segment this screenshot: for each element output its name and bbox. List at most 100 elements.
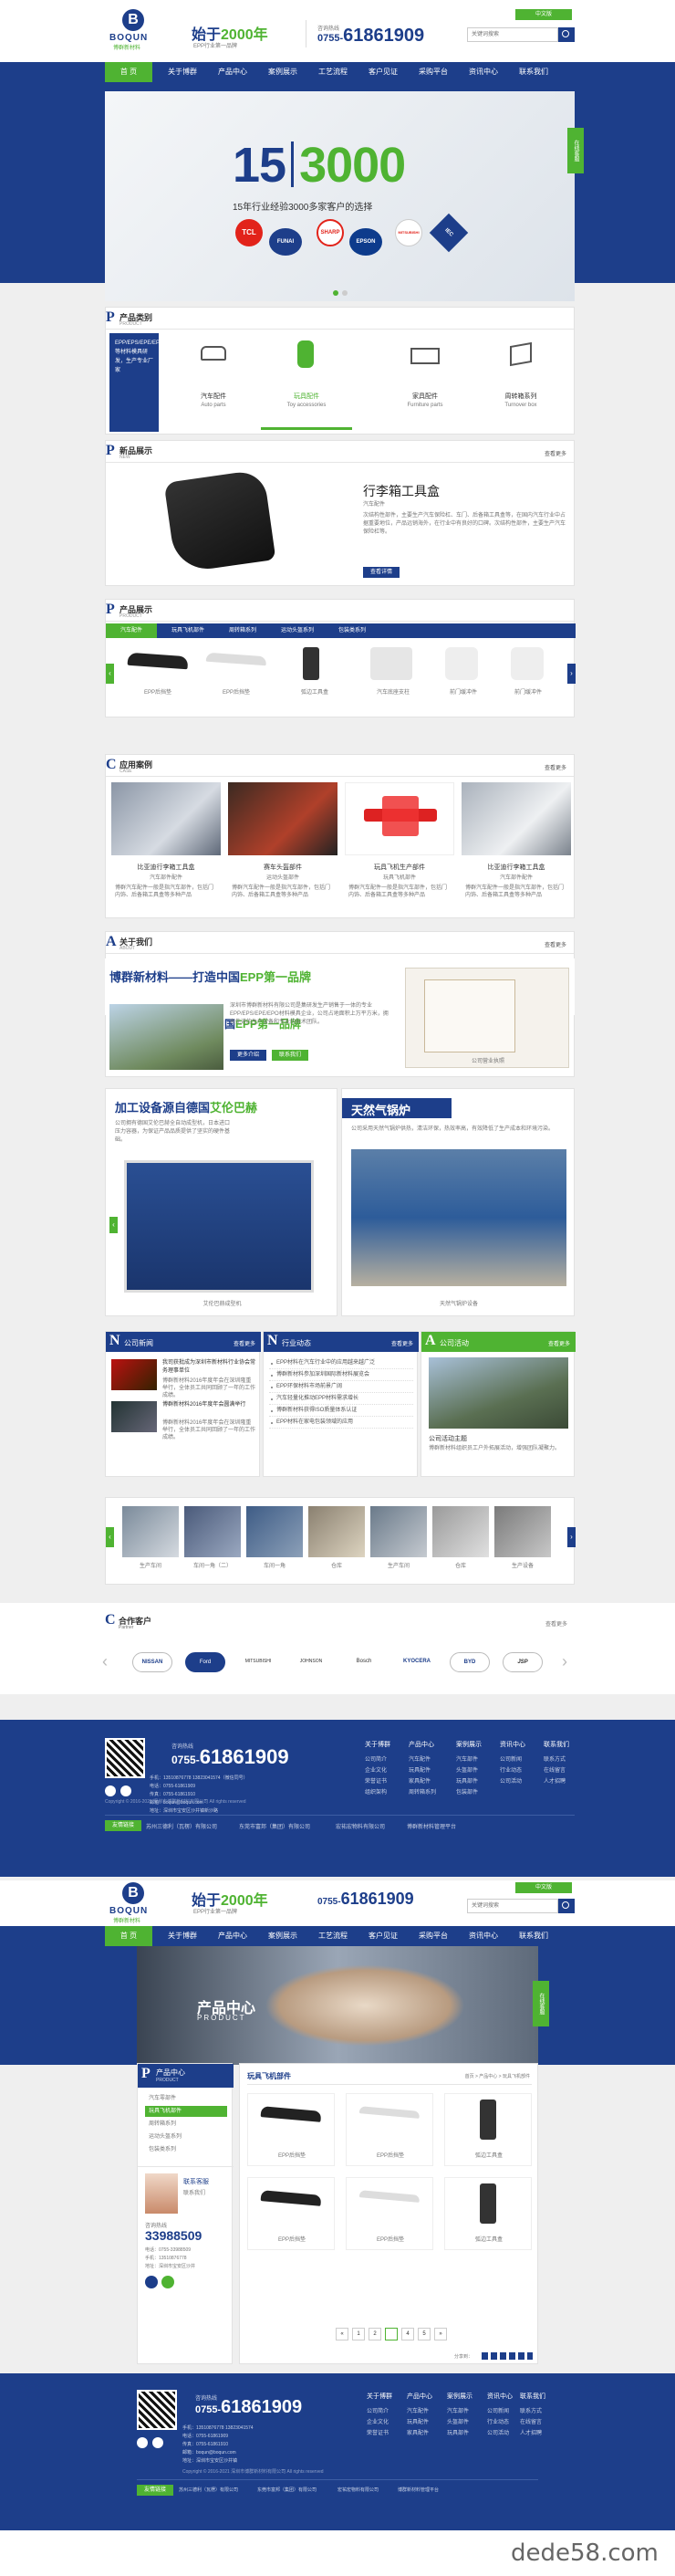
footer-link[interactable]: 玩具部件	[456, 1776, 482, 1787]
partner-logo[interactable]: KYOCERA	[397, 1652, 437, 1672]
page2-search-button[interactable]	[558, 1899, 575, 1913]
footer-link[interactable]: 汽车配件	[407, 2406, 432, 2417]
tab-package[interactable]: 包装类系列	[325, 623, 379, 638]
footer-link[interactable]: 周转箱系列	[409, 1787, 436, 1798]
news-item[interactable]: 博群新材料参加深圳国际新材料展览会	[269, 1369, 413, 1381]
pagination-page[interactable]: 5	[418, 2328, 431, 2340]
footer-link[interactable]: 汽车部件	[456, 1754, 482, 1765]
footer-friend-link[interactable]: 东莞市富邦（集团）有限公司	[257, 2487, 317, 2493]
partner-logo[interactable]: MITSUBISHI	[238, 1652, 278, 1672]
partner-logo[interactable]: JOHNSON	[291, 1652, 331, 1672]
product-item[interactable]: 汽车底座支柱	[358, 644, 429, 713]
partners-prev-arrow[interactable]: ‹	[102, 1652, 108, 1671]
partner-logo[interactable]: Ford	[185, 1652, 225, 1672]
gallery-item[interactable]: 车间一角	[246, 1506, 303, 1579]
news-item[interactable]: 我司获批成为深圳市新材料行业协会常务理事单位	[162, 1359, 255, 1376]
footer-link[interactable]: 头盔部件	[456, 1765, 482, 1776]
sidebar-item[interactable]: 汽车零部件	[145, 2093, 227, 2104]
gallery-prev-arrow[interactable]: ‹	[106, 1527, 114, 1547]
list-item[interactable]: 弧边工具盒	[444, 2177, 532, 2250]
footer-link[interactable]: 联系方式	[544, 1754, 569, 1765]
nav-item-products[interactable]: 产品中心	[205, 62, 260, 82]
case-item[interactable]: 比亚迪行李箱工具盒 汽车部件配件 博群汽车配件一般是指汽车部件，包括门内饰、后备…	[462, 782, 571, 916]
search-button[interactable]	[558, 27, 575, 42]
page2-online-service-tab[interactable]: 在线客服	[533, 1981, 549, 2026]
footer-col-title[interactable]: 案例展示	[447, 2392, 472, 2403]
nav-item-cases[interactable]: 案例展示	[255, 62, 310, 82]
footer-link[interactable]: 公司简介	[365, 1754, 390, 1765]
tab-box[interactable]: 周转箱系列	[215, 623, 270, 638]
product-item[interactable]: 前门缓冲件	[496, 644, 560, 713]
nav-item-news[interactable]: 资讯中心	[456, 1926, 511, 1946]
page2-lang-switch[interactable]: 中文版	[515, 1882, 572, 1893]
footer-wechat-icon[interactable]	[152, 2437, 163, 2448]
breadcrumb[interactable]: 首页 > 产品中心 > 玩具飞机部件	[465, 2073, 530, 2079]
footer-link[interactable]: 荣誉证书	[367, 2428, 392, 2439]
pagination-page-active[interactable]: 3	[385, 2328, 398, 2340]
nav-item-about[interactable]: 关于博群	[155, 62, 210, 82]
footer-link[interactable]: 公司简介	[367, 2406, 392, 2417]
news-item[interactable]: EPP环保材料市场前景广阔	[269, 1381, 413, 1393]
news-thumb[interactable]	[111, 1401, 157, 1432]
new-product-image[interactable]	[115, 468, 325, 580]
more-link[interactable]: 查看更多	[545, 449, 566, 457]
gallery-item[interactable]: 车间一角（二）	[184, 1506, 241, 1579]
category-item-furniture[interactable]: 家具配件 Furniture parts	[379, 333, 471, 430]
list-item[interactable]: EPP后挡垫	[346, 2093, 433, 2166]
nav-item-home[interactable]: 首 页	[105, 62, 152, 82]
footer-col-title[interactable]: 产品中心	[407, 2392, 432, 2403]
case-item[interactable]: 玩具飞机生产部件 玩具飞机部件 博群汽车配件一般是指汽车部件，包括门内饰、后备箱…	[345, 782, 454, 916]
list-item[interactable]: EPP后挡垫	[247, 2093, 335, 2166]
footer-link[interactable]: 公司活动	[500, 1776, 525, 1787]
online-service-tab[interactable]: 在线客服	[567, 128, 584, 173]
factory-prev-arrow[interactable]: ‹	[109, 1217, 118, 1233]
more-link[interactable]: 查看更多	[545, 1619, 567, 1628]
footer-link[interactable]: 头盔部件	[447, 2417, 472, 2428]
news-item[interactable]: EPP材料在家电包装领域的应用	[269, 1417, 413, 1429]
pagination-prev[interactable]: «	[336, 2328, 348, 2340]
news-item[interactable]: EPP材料在汽车行业中的应用越来越广泛	[269, 1357, 413, 1369]
footer-weibo-icon[interactable]	[105, 1785, 116, 1796]
product-item[interactable]: 弧边工具盒	[279, 644, 350, 713]
footer-friend-link[interactable]: 东莞市富邦（集团）有限公司	[239, 1822, 310, 1830]
tab-toy-plane[interactable]: 玩具飞机部件	[161, 623, 215, 638]
logo[interactable]: B BOQUN 博群新材料	[102, 9, 175, 51]
footer-link[interactable]: 联系方式	[520, 2406, 545, 2417]
footer-link[interactable]: 在线留言	[520, 2417, 545, 2428]
footer-link[interactable]: 企业文化	[365, 1765, 390, 1776]
nav-item-clients[interactable]: 客户见证	[356, 1926, 410, 1946]
footer-friend-link[interactable]: 宏祐宏物料有限公司	[338, 2487, 379, 2493]
list-item[interactable]: EPP后挡垫	[247, 2177, 335, 2250]
footer-col-title[interactable]: 关于博群	[365, 1740, 390, 1751]
boiler-image[interactable]	[351, 1149, 566, 1286]
pagination-page[interactable]: 2	[369, 2328, 381, 2340]
nav-item-contact[interactable]: 联系我们	[506, 62, 561, 82]
about-contact-button[interactable]: 联系我们	[272, 1050, 308, 1061]
news-item[interactable]: 汽车轻量化推动EPP材料需求增长	[269, 1393, 413, 1405]
nav-item-contact[interactable]: 联系我们	[506, 1926, 561, 1946]
nav-item-products[interactable]: 产品中心	[205, 1926, 260, 1946]
footer-col-title[interactable]: 联系我们	[544, 1740, 569, 1751]
nav-item-about[interactable]: 关于博群	[155, 1926, 210, 1946]
footer-link[interactable]: 玩具配件	[409, 1765, 436, 1776]
gallery-item[interactable]: 仓库	[308, 1506, 365, 1579]
gallery-item[interactable]: 生产设备	[494, 1506, 551, 1579]
contact-wechat-icon[interactable]	[161, 2276, 174, 2288]
footer-link[interactable]: 行业动态	[500, 1765, 525, 1776]
footer-wechat-icon[interactable]	[120, 1785, 131, 1796]
partner-logo[interactable]: BYD	[450, 1652, 490, 1672]
footer-link[interactable]: 行业动态	[487, 2417, 513, 2428]
product-item[interactable]: 前门缓冲件	[436, 644, 491, 713]
page2-footer-qrcode[interactable]	[137, 2390, 177, 2430]
gallery-item[interactable]: 仓库	[432, 1506, 489, 1579]
about-certificate[interactable]: 公司营业执照	[405, 968, 569, 1068]
footer-link[interactable]: 玩具配件	[407, 2417, 432, 2428]
footer-link[interactable]: 公司新闻	[487, 2406, 513, 2417]
product-item[interactable]: EPP后挡垫	[122, 644, 193, 713]
category-item-box[interactable]: 周转箱系列 Turnover box	[475, 333, 566, 430]
search-input[interactable]	[467, 27, 558, 42]
footer-friend-link[interactable]: 苏州三德利（瓦楞）有限公司	[146, 1822, 217, 1830]
more-link[interactable]: 查看更多	[545, 940, 566, 948]
pagination-page[interactable]: 4	[401, 2328, 414, 2340]
banner-dot-2[interactable]	[342, 290, 348, 296]
